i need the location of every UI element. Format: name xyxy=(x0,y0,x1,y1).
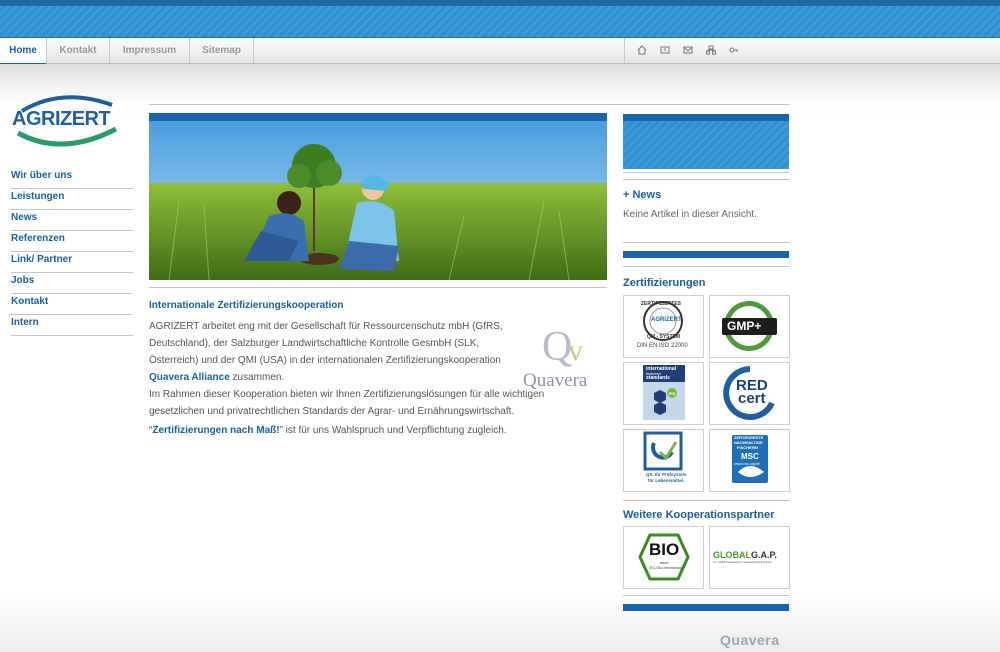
sitemap-icon[interactable] xyxy=(706,45,716,55)
cert-tile-ifs[interactable]: international featured standards IFS xyxy=(623,362,704,425)
quavera-alliance-link[interactable]: Quavera Alliance xyxy=(149,372,230,383)
right-divider-6 xyxy=(623,595,789,596)
cert-gmp-label: GMP+ xyxy=(727,319,762,333)
partner-tile-bio[interactable]: BIO nach EG-Öko-Verordnung xyxy=(623,526,704,589)
print-icon[interactable] xyxy=(660,45,670,55)
article-paragraph-3: “Zertifizierungen nach Maß!” ist für uns… xyxy=(149,422,569,439)
quavera-partner-logo[interactable]: Q v Quavera xyxy=(520,318,604,398)
partner-bio-line3: EG-Öko-Verordnung xyxy=(650,566,682,570)
sidebar-item-intern[interactable]: Intern xyxy=(11,315,133,336)
nav-tab-home[interactable]: Home xyxy=(0,38,47,66)
partner-tile-globalgap[interactable]: GLOBAL G.A.P. The Global Partnership for… xyxy=(709,526,790,589)
sidebar-item-jobs[interactable]: Jobs xyxy=(11,273,133,294)
cert-agrizert-line1: ZERTIFIZIERTES xyxy=(641,301,681,307)
certifications-heading: Zertifizierungen xyxy=(623,277,706,289)
cert-tile-gmp-plus[interactable]: GMP+ xyxy=(709,295,790,358)
right-divider-5 xyxy=(623,500,789,501)
cert-redcert-line2: cert xyxy=(738,390,766,407)
cert-agrizert-line3: QM - SYSTEM xyxy=(647,334,681,340)
partner-bio-line1: BIO xyxy=(649,540,680,559)
partner-bio-line2: nach xyxy=(660,560,669,565)
logo-text: AGRIZERT xyxy=(12,108,111,130)
right-bar-2 xyxy=(623,604,789,611)
home-icon[interactable] xyxy=(637,45,647,55)
partner-globalgap-line3: The Global Partnership for Good Agricult… xyxy=(713,561,772,564)
agrizert-logo[interactable]: AGRIZERT xyxy=(12,93,118,149)
top-divider xyxy=(149,104,789,105)
right-bar-1 xyxy=(623,251,789,258)
sidebar-item-leistungen[interactable]: Leistungen xyxy=(11,189,133,210)
partners-heading: Weitere Kooperationspartner xyxy=(623,509,775,521)
nav-shadow xyxy=(0,64,1000,104)
paragraph-1-tail: zusammen. xyxy=(229,372,285,383)
right-divider-2 xyxy=(623,179,789,180)
key-icon[interactable] xyxy=(729,45,739,55)
right-divider-1 xyxy=(623,172,789,173)
article-paragraph-2: Im Rahmen dieser Kooperation bieten wir … xyxy=(149,389,545,417)
footer-quavera-logo[interactable]: Quavera xyxy=(720,632,780,648)
ifs-standards-icon xyxy=(643,365,685,420)
cert-ifs-line4: IFS xyxy=(669,391,676,396)
header-band xyxy=(0,0,1000,38)
article-paragraph-1: AGRIZERT arbeitet eng mit der Gesellscha… xyxy=(149,318,524,386)
cert-tile-msc[interactable]: ZERTIFIZIERTE NACHHALTIGE FISCHEREI MSC … xyxy=(709,429,790,492)
svg-text:v: v xyxy=(568,334,583,367)
nav-tab-kontakt[interactable]: Kontakt xyxy=(47,38,110,63)
cert-agrizert-line2: AGRIZERT xyxy=(651,317,682,323)
right-divider-3 xyxy=(623,242,789,243)
cert-msc-line5: www.msc.org/de xyxy=(734,462,760,466)
cert-tile-agrizert-qm[interactable]: ZERTIFIZIERTES AGRIZERT QM - SYSTEM DIN … xyxy=(623,295,704,358)
sidebar-item-news[interactable]: News xyxy=(11,210,133,231)
hero-image xyxy=(149,113,607,288)
cert-msc-line3: FISCHEREI xyxy=(737,445,759,450)
sidebar-item-referenzen[interactable]: Referenzen xyxy=(11,231,133,252)
top-nav: Home Kontakt Impressum Sitemap xyxy=(0,38,1000,66)
cert-ifs-line3: standards xyxy=(646,375,670,381)
news-heading[interactable]: + News xyxy=(623,189,661,201)
cert-tile-qs[interactable]: QS. Ihr Prüfsystem für Lebensmittel. QS xyxy=(623,429,704,492)
article-title: Internationale Zertifizierungskooperatio… xyxy=(149,300,344,311)
cert-agrizert-line4: DIN EN ISO 22000 xyxy=(637,343,688,349)
news-empty-text: Keine Artikel in dieser Ansicht. xyxy=(623,209,757,220)
right-banner xyxy=(623,114,789,169)
mail-icon[interactable] xyxy=(683,45,693,55)
partner-globalgap-line1: GLOBAL xyxy=(713,550,751,560)
sidebar-item-link-partner[interactable]: Link/ Partner xyxy=(11,252,133,273)
cert-tile-redcert[interactable]: RED cert xyxy=(709,362,790,425)
right-divider-4 xyxy=(623,266,789,267)
cert-qs-line3: für Lebensmittel. xyxy=(648,478,685,483)
sidebar-item-kontakt[interactable]: Kontakt xyxy=(11,294,133,315)
cert-qs-line2: QS. Ihr Prüfsystem xyxy=(646,472,687,477)
partner-globalgap-line2: G.A.P. xyxy=(751,550,777,560)
paragraph-3-tail: ” ist für uns Wahlspruch und Verpflichtu… xyxy=(279,425,507,436)
quavera-logo-text: Quavera xyxy=(523,370,588,391)
sidebar-item-wir-ueber-uns[interactable]: Wir über uns xyxy=(11,168,133,189)
nav-icon-group xyxy=(624,38,745,63)
cert-msc-line4: MSC xyxy=(741,452,759,461)
zertifizierungen-nach-mass-link[interactable]: Zertifizierungen nach Maß! xyxy=(152,425,279,436)
nav-tab-sitemap[interactable]: Sitemap xyxy=(190,38,254,63)
nav-tab-impressum[interactable]: Impressum xyxy=(110,38,190,63)
paragraph-1-text: AGRIZERT arbeitet eng mit der Gesellscha… xyxy=(149,321,503,366)
article-divider xyxy=(149,287,607,288)
